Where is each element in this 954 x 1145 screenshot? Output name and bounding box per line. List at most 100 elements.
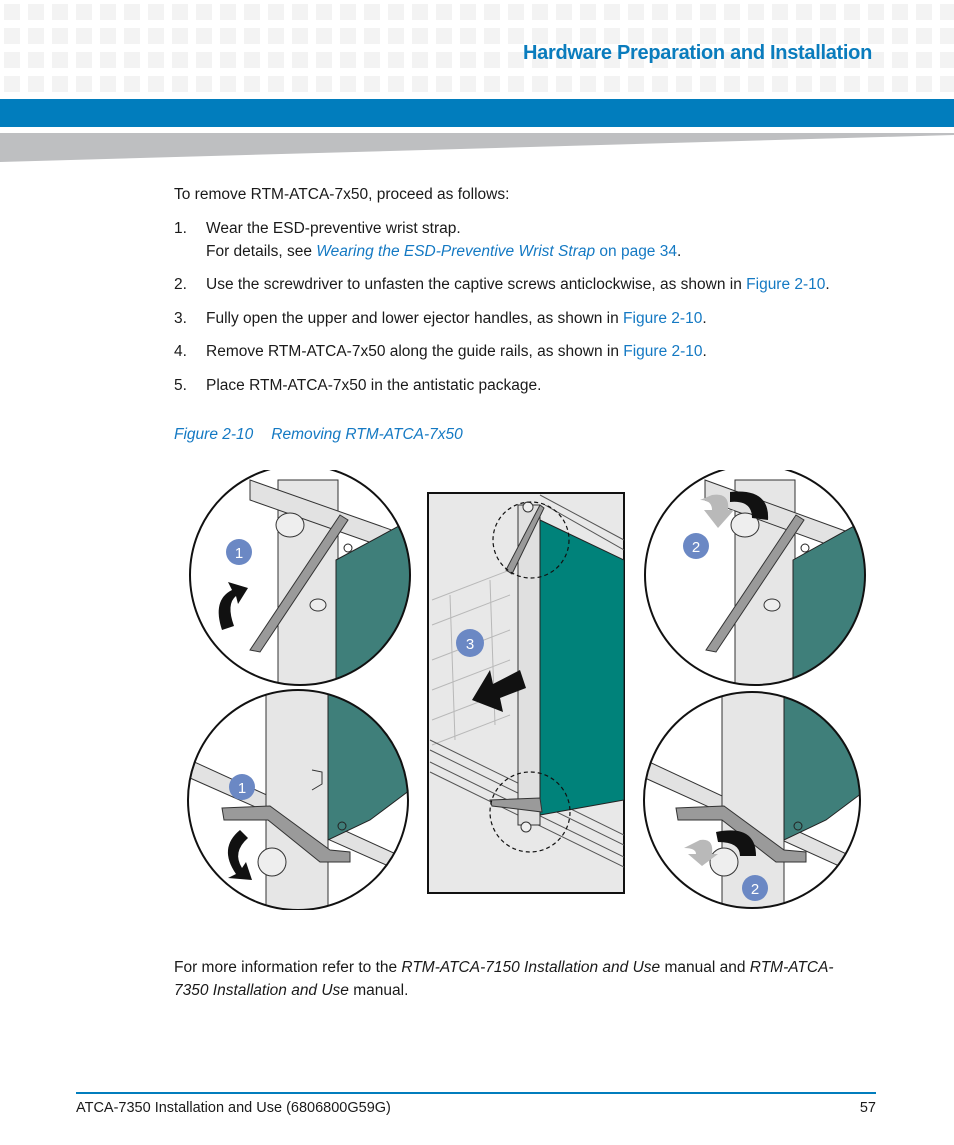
- figure-2-10-link[interactable]: Figure 2-10: [623, 343, 702, 360]
- grid-square: [412, 76, 428, 92]
- page-34-link[interactable]: on page 34: [595, 243, 677, 260]
- figure-removing-rtm: 1 2 3 1 2: [187, 470, 866, 910]
- grid-square: [412, 52, 428, 68]
- grid-square: [28, 4, 44, 20]
- grid-square: [916, 76, 932, 92]
- step-suffix: .: [702, 343, 707, 360]
- grid-square: [100, 4, 116, 20]
- grid-square: [4, 4, 20, 20]
- grid-square: [172, 76, 188, 92]
- grid-square: [628, 76, 644, 92]
- intro-text: To remove RTM-ATCA-7x50, proceed as foll…: [174, 186, 510, 203]
- more-info-prefix: For more information refer to the: [174, 959, 402, 976]
- grid-square: [796, 76, 812, 92]
- grid-square: [196, 28, 212, 44]
- figure-caption: Figure 2-10 Removing RTM-ATCA-7x50: [174, 426, 463, 444]
- grid-square: [52, 76, 68, 92]
- grid-square: [100, 76, 116, 92]
- step-text: Fully open the upper and lower ejector h…: [206, 310, 624, 327]
- grid-square: [196, 52, 212, 68]
- grid-square: [796, 4, 812, 20]
- grid-square: [748, 76, 764, 92]
- step-text: Remove RTM-ATCA-7x50 along the guide rai…: [206, 343, 624, 360]
- figure-2-10-link[interactable]: Figure 2-10: [746, 276, 825, 293]
- figure-2-10-link[interactable]: Figure 2-10: [623, 310, 702, 327]
- grid-square: [700, 4, 716, 20]
- grid-square: [940, 52, 954, 68]
- grid-square: [580, 4, 596, 20]
- grid-square: [52, 28, 68, 44]
- grid-square: [916, 28, 932, 44]
- grid-square: [316, 4, 332, 20]
- header-accent-bar: [0, 99, 954, 127]
- grid-square: [436, 28, 452, 44]
- grid-square: [724, 76, 740, 92]
- more-info-suffix: manual.: [348, 982, 409, 999]
- detail-suffix: .: [676, 243, 682, 260]
- grid-square: [652, 4, 668, 20]
- grid-square: [28, 52, 44, 68]
- step-number: 2.: [174, 276, 187, 293]
- grid-square: [244, 28, 260, 44]
- step-suffix: .: [702, 310, 707, 327]
- grid-square: [652, 76, 668, 92]
- grid-square: [940, 76, 954, 92]
- grid-square: [412, 4, 428, 20]
- grid-square: [460, 76, 476, 92]
- grid-square: [556, 76, 572, 92]
- grid-square: [820, 4, 836, 20]
- grid-square: [508, 76, 524, 92]
- grid-square: [52, 52, 68, 68]
- grid-square: [940, 28, 954, 44]
- closeup-top-left: 1: [189, 470, 411, 686]
- grid-square: [676, 4, 692, 20]
- grid-square: [364, 76, 380, 92]
- grid-square: [244, 52, 260, 68]
- grid-square: [892, 76, 908, 92]
- grid-square: [892, 4, 908, 20]
- grid-square: [436, 4, 452, 20]
- closeup-top-right: 2: [644, 470, 866, 686]
- grid-square: [220, 76, 236, 92]
- grid-square: [76, 52, 92, 68]
- grid-square: [532, 76, 548, 92]
- grid-square: [268, 76, 284, 92]
- esd-wrist-strap-link[interactable]: Wearing the ESD-Preventive Wrist Strap: [316, 243, 595, 260]
- grid-square: [772, 4, 788, 20]
- grid-square: [364, 28, 380, 44]
- grid-square: [268, 4, 284, 20]
- grid-square: [148, 28, 164, 44]
- grid-square: [220, 28, 236, 44]
- more-info-middle: manual and: [660, 959, 750, 976]
- grid-square: [916, 52, 932, 68]
- grid-square: [76, 28, 92, 44]
- grid-square: [628, 4, 644, 20]
- grid-square: [484, 52, 500, 68]
- grid-square: [268, 28, 284, 44]
- grid-square: [196, 4, 212, 20]
- step-text: Use the screwdriver to unfasten the capt…: [206, 276, 747, 293]
- grid-square: [388, 76, 404, 92]
- grid-square: [100, 52, 116, 68]
- grid-square: [748, 4, 764, 20]
- grid-square: [460, 28, 476, 44]
- grid-square: [868, 76, 884, 92]
- grid-square: [292, 76, 308, 92]
- grid-square: [388, 52, 404, 68]
- grid-square: [844, 4, 860, 20]
- grid-square: [580, 76, 596, 92]
- grid-square: [52, 4, 68, 20]
- grid-square: [148, 4, 164, 20]
- grid-square: [820, 76, 836, 92]
- grid-square: [4, 52, 20, 68]
- figure-title: Removing RTM-ATCA-7x50: [271, 426, 463, 443]
- grid-square: [316, 52, 332, 68]
- closeup-bottom-left: 1: [187, 689, 409, 910]
- grid-square: [172, 52, 188, 68]
- grid-square: [220, 4, 236, 20]
- center-panel: 3: [427, 492, 625, 894]
- doc-reference-7350-part2: 7350 Installation and Use: [174, 982, 349, 999]
- grid-square: [340, 52, 356, 68]
- grid-square: [340, 4, 356, 20]
- grid-square: [412, 28, 428, 44]
